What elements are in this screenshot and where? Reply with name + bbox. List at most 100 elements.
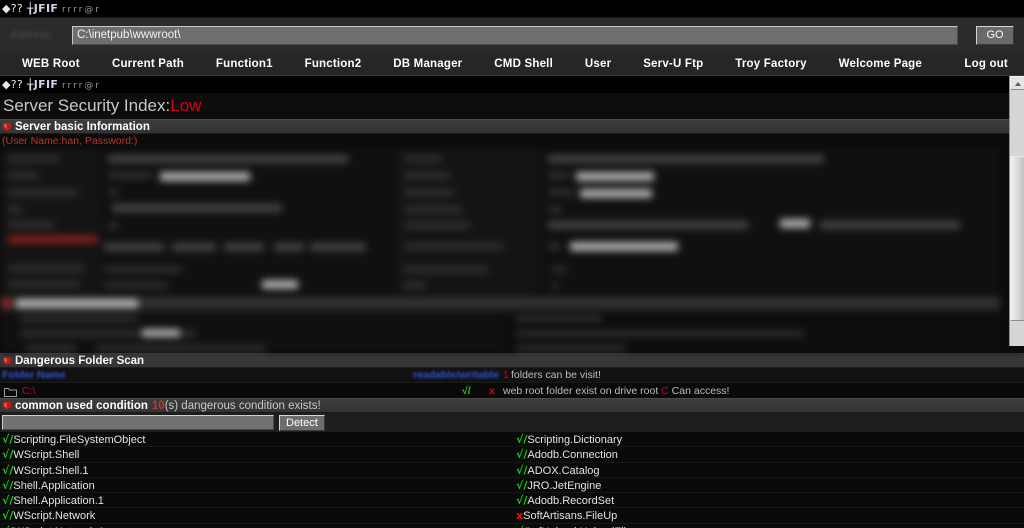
component-name: ADOX.Catalog bbox=[527, 464, 600, 477]
component-item[interactable]: √/WScript.Network bbox=[0, 508, 512, 522]
nav-item-function2[interactable]: Function2 bbox=[289, 58, 378, 70]
component-item[interactable]: √/Adodb.Connection bbox=[512, 447, 1024, 461]
folder-description: web root folder exist on drive root C Ca… bbox=[503, 383, 729, 399]
nav-item-cmd-shell[interactable]: CMD Shell bbox=[478, 58, 569, 70]
status-ok-icon: √/ bbox=[2, 478, 14, 492]
detect-control-row: Detect bbox=[0, 413, 1024, 432]
component-item[interactable]: √/Shell.Application bbox=[0, 478, 512, 492]
right-edge-mask bbox=[999, 140, 1009, 290]
status-ok-icon: √/ bbox=[2, 463, 14, 477]
folder-description-drive: C bbox=[661, 385, 669, 397]
nav-item-db-manager[interactable]: DB Manager bbox=[377, 58, 478, 70]
server-security-index: Server Security Index:Low bbox=[0, 93, 1024, 119]
content-title-jfif-text: ╁JFIF bbox=[26, 78, 59, 91]
component-name: Shell.Application.1 bbox=[13, 495, 104, 508]
address-bar: Address: GO bbox=[0, 17, 1024, 52]
title-prefix-glyphs: ◆?? bbox=[2, 2, 24, 15]
status-ok-icon: √/ bbox=[2, 509, 14, 523]
component-row: √/WScript.Shell.1 √/ADOX.Catalog bbox=[0, 463, 1024, 478]
component-row: √/WScript.Shell √/Adodb.Connection bbox=[0, 447, 1024, 463]
go-button[interactable]: GO bbox=[976, 25, 1014, 45]
content-title-garbled: ◆?? ╁JFIF rrrr@r bbox=[0, 76, 1024, 93]
condition-message: (s) dangerous condition exists! bbox=[164, 399, 321, 412]
nav-item-user[interactable]: User bbox=[569, 58, 627, 70]
nav-item-function1[interactable]: Function1 bbox=[200, 58, 289, 70]
folder-readable-mark: √/ bbox=[462, 385, 471, 397]
column-folder-name: Folder Name bbox=[2, 369, 66, 381]
component-name: Scripting.FileSystemObject bbox=[13, 434, 146, 446]
component-name: Adodb.RecordSet bbox=[527, 495, 615, 508]
folder-count: 1 bbox=[503, 369, 509, 381]
component-item[interactable]: √/Scripting.Dictionary bbox=[512, 432, 1024, 446]
folder-path: C:\ bbox=[22, 385, 36, 397]
component-item[interactable]: √/LyfUpload.UploadFile bbox=[512, 524, 1024, 528]
status-ok-icon: √/ bbox=[516, 478, 528, 492]
component-row: √/WScript.Network xSoftArtisans.FileUp bbox=[0, 508, 1024, 524]
status-ok-icon: √/ bbox=[2, 448, 14, 462]
address-input[interactable] bbox=[72, 25, 958, 45]
component-name: Adodb.Connection bbox=[527, 449, 618, 462]
dangerous-folder-scan-label: Dangerous Folder Scan bbox=[15, 354, 145, 367]
vertical-scrollbar[interactable] bbox=[1009, 76, 1024, 346]
dangerous-folder-scan-header: Dangerous Folder Scan bbox=[0, 353, 1024, 368]
condition-title: common used condition bbox=[15, 399, 148, 412]
server-info-redacted-block bbox=[0, 148, 1024, 296]
status-ok-icon: √/ bbox=[2, 433, 14, 446]
component-item[interactable]: √/JRO.JetEngine bbox=[512, 478, 1024, 492]
folder-scan-row[interactable]: C:\ √/ x web root folder exist on drive … bbox=[0, 382, 1024, 398]
status-ok-icon: √/ bbox=[516, 433, 528, 446]
component-row: √/Scripting.FileSystemObject √/Scripting… bbox=[0, 432, 1024, 448]
component-name: WScript.Shell.1 bbox=[13, 464, 89, 477]
component-list: √/Scripting.FileSystemObject √/Scripting… bbox=[0, 432, 1024, 528]
component-name: Scripting.Dictionary bbox=[527, 434, 623, 446]
credentials-note: (User Name:han, Password:) bbox=[0, 134, 1024, 148]
component-item[interactable]: √/WScript.Shell.1 bbox=[0, 463, 512, 477]
component-item[interactable]: √/Scripting.FileSystemObject bbox=[0, 432, 512, 446]
component-item[interactable]: √/WScript.Network.1 bbox=[0, 524, 512, 528]
security-index-label: Server Security Index: bbox=[3, 96, 171, 115]
common-used-condition-header: common used condition 10 (s) dangerous c… bbox=[0, 398, 1024, 413]
component-item[interactable]: √/Shell.Application.1 bbox=[0, 493, 512, 507]
status-ok-icon: √/ bbox=[516, 494, 528, 508]
nav-item-welcome-page[interactable]: Welcome Page bbox=[823, 58, 938, 70]
detect-input[interactable] bbox=[2, 415, 274, 430]
condition-count: 10 bbox=[151, 399, 165, 412]
main-navigation: WEB Root Current Path Function1 Function… bbox=[0, 52, 1024, 76]
folder-writable-mark: x bbox=[489, 385, 495, 397]
content-title-tail-text: rrrr@r bbox=[61, 81, 102, 91]
scroll-up-arrow-icon[interactable] bbox=[1010, 76, 1024, 90]
folder-scan-column-headers: Folder Name readable/writable 1 folders … bbox=[0, 368, 1024, 382]
red-arrow-icon-condition bbox=[2, 401, 13, 411]
detect-button[interactable]: Detect bbox=[279, 414, 325, 431]
component-row: √/Shell.Application √/JRO.JetEngine bbox=[0, 478, 1024, 494]
webshell-app-window: ◆?? ╁JFIF rrrr@r Address: GO WEB Root Cu… bbox=[0, 0, 1024, 528]
component-item[interactable]: xSoftArtisans.FileUp bbox=[512, 508, 1024, 522]
scrollbar-thumb[interactable] bbox=[1010, 156, 1024, 321]
content-title-prefix-glyphs: ◆?? bbox=[2, 78, 24, 91]
server-basic-information-header: Server basic Information bbox=[0, 119, 1024, 134]
second-redacted-section bbox=[0, 296, 1024, 353]
component-row: √/Shell.Application.1 √/Adodb.RecordSet bbox=[0, 493, 1024, 509]
red-arrow-icon-folder-scan bbox=[2, 356, 13, 366]
status-ok-icon: √/ bbox=[2, 494, 14, 508]
column-readable-writable: readable/writable bbox=[413, 369, 499, 381]
security-index-level: Low bbox=[170, 96, 202, 115]
component-item[interactable]: √/ADOX.Catalog bbox=[512, 463, 1024, 477]
component-item[interactable]: √/WScript.Shell bbox=[0, 447, 512, 461]
component-name: WScript.Network bbox=[13, 510, 96, 523]
nav-item-serv-u-ftp[interactable]: Serv-U Ftp bbox=[627, 58, 719, 70]
title-tail-text: rrrr@r bbox=[61, 5, 102, 15]
folder-icon bbox=[4, 386, 17, 397]
title-jfif-text: ╁JFIF bbox=[26, 2, 59, 15]
nav-item-troy-factory[interactable]: Troy Factory bbox=[719, 58, 822, 70]
nav-item-web-root[interactable]: WEB Root bbox=[22, 58, 96, 70]
red-arrow-icon bbox=[2, 122, 13, 132]
window-title-garbled: ◆?? ╁JFIF rrrr@r bbox=[0, 0, 1024, 17]
component-item[interactable]: √/Adodb.RecordSet bbox=[512, 493, 1024, 507]
nav-item-log-out[interactable]: Log out bbox=[938, 58, 1008, 70]
folder-description-post: Can access! bbox=[668, 385, 730, 397]
component-row: √/WScript.Network.1 √/LyfUpload.UploadFi… bbox=[0, 524, 1024, 528]
folder-count-message: folders can be visit! bbox=[511, 369, 601, 381]
nav-item-current-path[interactable]: Current Path bbox=[96, 58, 200, 70]
server-basic-information-label: Server basic Information bbox=[15, 120, 150, 133]
